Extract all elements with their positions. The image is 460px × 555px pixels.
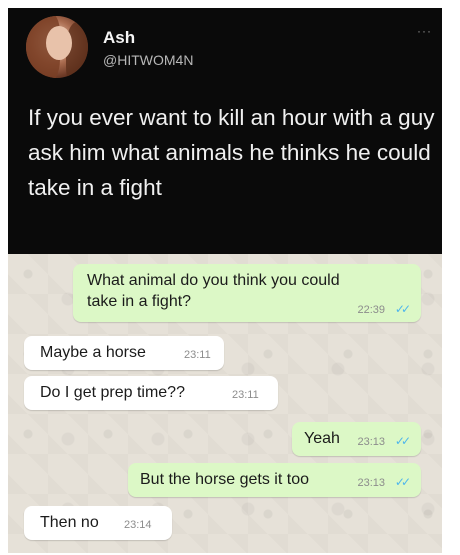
message-text: Maybe a horse — [40, 344, 146, 361]
message-bubble-outgoing[interactable]: What animal do you think you could take … — [73, 264, 421, 322]
user-handle[interactable]: @HITWOM4N — [103, 52, 193, 68]
more-options-icon[interactable]: ··· — [417, 24, 432, 38]
message-text: take in a fight? — [87, 293, 192, 310]
message-time: 23:11 — [184, 349, 211, 361]
message-bubble-outgoing[interactable]: But the horse gets it too 23:13 ✓✓ — [128, 463, 421, 497]
message-text: Then no — [40, 514, 99, 531]
message-time: 22:39 — [357, 304, 385, 316]
avatar[interactable] — [26, 16, 88, 78]
message-time: 23:11 — [232, 389, 259, 401]
double-check-icon: ✓✓ — [394, 475, 411, 489]
chat-screenshot: What animal do you think you could take … — [8, 254, 442, 553]
double-check-icon: ✓✓ — [394, 434, 411, 448]
message-bubble-outgoing[interactable]: Yeah 23:13 ✓✓ — [292, 422, 421, 456]
tweet-text: If you ever want to kill an hour with a … — [28, 105, 435, 200]
display-name[interactable]: Ash — [103, 28, 135, 48]
message-text: Yeah — [304, 430, 340, 447]
message-bubble-incoming[interactable]: Then no 23:14 — [24, 506, 172, 540]
tweet-card: Ash @HITWOM4N ··· If you ever want to ki… — [8, 8, 442, 254]
message-bubble-incoming[interactable]: Do I get prep time?? 23:11 — [24, 376, 278, 410]
message-text: Do I get prep time?? — [40, 384, 185, 401]
message-text: What animal do you think you could — [87, 272, 340, 289]
message-bubble-incoming[interactable]: Maybe a horse 23:11 — [24, 336, 224, 370]
message-time: 23:14 — [124, 519, 152, 531]
double-check-icon: ✓✓ — [394, 302, 411, 316]
message-time: 23:13 — [357, 477, 385, 489]
message-time: 23:13 — [357, 436, 385, 448]
message-text: But the horse gets it too — [140, 471, 309, 488]
